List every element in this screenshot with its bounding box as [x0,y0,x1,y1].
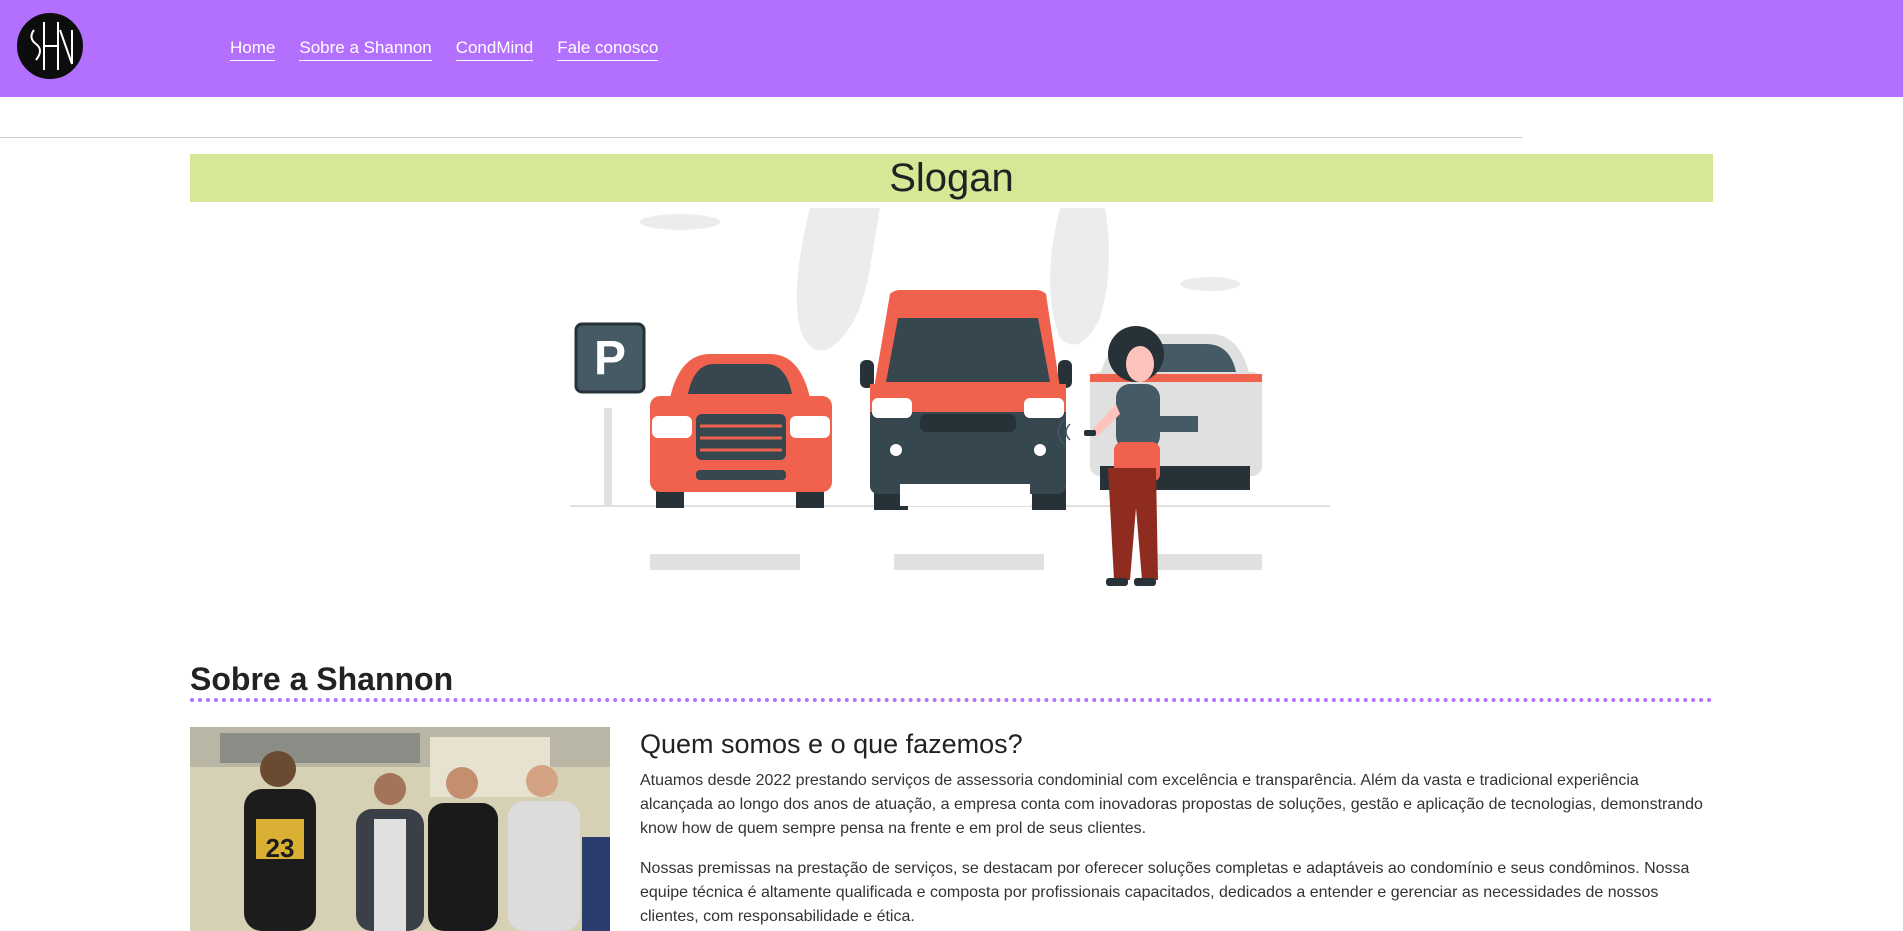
about-subheading: Quem somos e o que fazemos? [640,729,1023,759]
slogan-text: Slogan [889,156,1014,200]
parking-sign-letter: P [594,332,626,385]
parking-lot-illustration: P [570,208,1330,586]
about-content: Quem somos e o que fazemos? Atuamos desd… [640,727,1710,931]
slogan-banner: Slogan [190,154,1713,202]
shannon-logo[interactable] [14,10,86,82]
nav-link-home[interactable]: Home [230,38,276,61]
about-heading: Sobre a Shannon [190,661,454,697]
divider [0,137,1522,138]
nav-link-condmind[interactable]: CondMind [455,38,534,61]
svg-text:23: 23 [266,833,295,863]
dotted-divider [190,698,1713,702]
about-paragraph-2: Nossas premissas na prestação de serviço… [640,860,1690,925]
team-photo: 23 [190,727,610,931]
nav-link-sobre[interactable]: Sobre a Shannon [299,38,432,61]
about-paragraph-1: Atuamos desde 2022 prestando serviços de… [640,772,1703,837]
nav-link-contato[interactable]: Fale conosco [557,38,659,61]
main-nav: Home Sobre a Shannon CondMind Fale conos… [230,38,659,61]
navbar: Home Sobre a Shannon CondMind Fale conos… [0,0,1903,97]
